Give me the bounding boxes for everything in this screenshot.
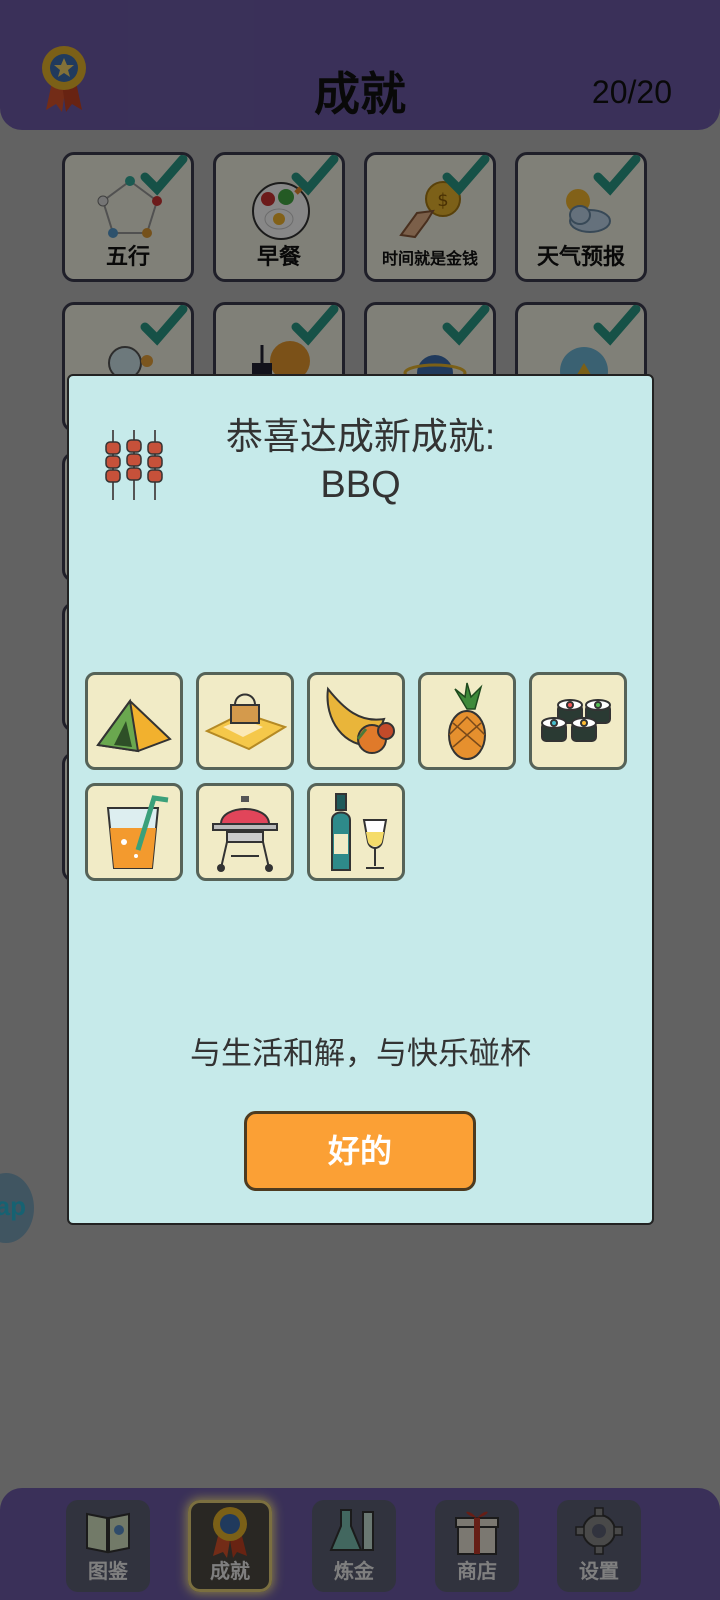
item-sushi[interactable] <box>529 672 627 770</box>
item-tent[interactable] <box>85 672 183 770</box>
wine-icon <box>331 793 388 871</box>
pineapple-icon <box>448 682 486 760</box>
item-pineapple[interactable] <box>418 672 516 770</box>
grill-icon <box>212 796 278 872</box>
juice-icon <box>106 795 169 869</box>
achievement-unlocked-dialog: 恭喜达成新成就: BBQ 与生活和解，与快乐碰杯 好的 <box>67 374 654 1225</box>
ok-button[interactable]: 好的 <box>244 1111 476 1191</box>
achievement-name: BBQ <box>320 464 401 506</box>
dialog-title: 恭喜达成新成就: <box>225 416 496 457</box>
item-picnic-basket[interactable] <box>196 672 294 770</box>
item-juice[interactable] <box>85 783 183 881</box>
item-wine[interactable] <box>307 783 405 881</box>
tent-icon <box>96 698 172 753</box>
item-cornucopia[interactable] <box>307 672 405 770</box>
reward-items <box>85 672 645 892</box>
picnic-basket-icon <box>204 693 287 751</box>
sushi-icon <box>541 699 611 742</box>
cornucopia-icon <box>326 686 395 754</box>
item-grill[interactable] <box>196 783 294 881</box>
achievement-motto: 与生活和解，与快乐碰杯 <box>190 1036 531 1071</box>
